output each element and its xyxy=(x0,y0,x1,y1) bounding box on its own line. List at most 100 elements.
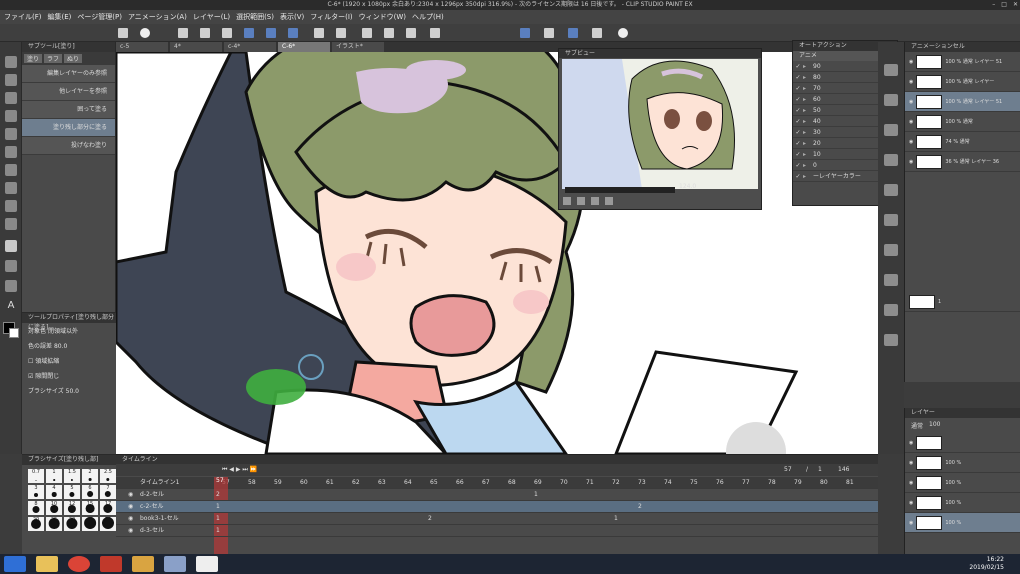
eye-icon[interactable]: ◉ xyxy=(128,525,133,537)
frame-number[interactable]: 64 xyxy=(404,477,412,489)
brush-size-swatch[interactable]: 4 xyxy=(46,485,62,499)
brush-size-swatch[interactable]: 20 xyxy=(28,517,44,531)
deselect-icon[interactable] xyxy=(430,28,440,38)
save-icon[interactable] xyxy=(222,28,232,38)
check-icon[interactable]: ✓ xyxy=(793,94,803,104)
cel-row[interactable]: ◉ 100 % 通常 レイヤー xyxy=(905,72,1020,92)
frame-number[interactable]: 60 xyxy=(300,477,308,489)
color-swatch[interactable] xyxy=(0,316,22,346)
tab-illust[interactable]: イラスト* xyxy=(332,42,384,52)
pen-tool-icon[interactable] xyxy=(5,164,17,176)
creative-cloud-icon[interactable] xyxy=(100,556,122,572)
brush-size-swatch[interactable]: 5 xyxy=(64,485,80,499)
undo-icon[interactable] xyxy=(314,28,324,38)
eye-icon[interactable]: ◉ xyxy=(128,501,133,513)
action-item[interactable]: 30 xyxy=(813,127,821,137)
frame-number[interactable]: 74 xyxy=(664,477,672,489)
check-icon[interactable]: ✓ xyxy=(793,149,803,159)
cel-row[interactable]: ◉ 100 % 通常 xyxy=(905,112,1020,132)
close-icon[interactable]: ✕ xyxy=(1013,0,1018,10)
frame-number[interactable]: 70 xyxy=(560,477,568,489)
cel-row-selected[interactable]: ◉ 100 % 通常 レイヤー 51 xyxy=(905,92,1020,112)
action-item[interactable]: 60 xyxy=(813,94,821,104)
move-tool-icon[interactable] xyxy=(5,74,17,86)
export-animation-icon[interactable] xyxy=(266,28,276,38)
frame-number[interactable]: 69 xyxy=(534,477,542,489)
cel-row[interactable]: ◉ 100 % 通常 レイヤー 51 xyxy=(905,52,1020,72)
subview-image[interactable] xyxy=(562,59,758,189)
brush-size-swatch[interactable]: 3 xyxy=(28,485,44,499)
subtool-item-lasso[interactable]: 投げなわ塗り xyxy=(22,137,115,155)
frame-number[interactable]: 72 xyxy=(612,477,620,489)
layer-row-selected[interactable]: ◉ 100 % xyxy=(905,513,1020,533)
eye-icon[interactable]: ◉ xyxy=(909,520,913,526)
brush-size-swatch[interactable]: 25 xyxy=(46,517,62,531)
snap-grid-icon[interactable] xyxy=(568,28,578,38)
eye-icon[interactable]: ◉ xyxy=(909,59,913,65)
blend-mode-select[interactable]: 通常 xyxy=(911,421,923,430)
frame-number[interactable]: 58 xyxy=(248,477,256,489)
new-file-icon[interactable] xyxy=(118,28,128,38)
subtool-item-enclose[interactable]: 囲って塗る xyxy=(22,101,115,119)
frame-number[interactable]: 62 xyxy=(352,477,360,489)
expand-icon[interactable]: ▸ xyxy=(803,72,813,82)
brush-size-swatch[interactable]: 10 xyxy=(46,501,62,515)
sub-color[interactable] xyxy=(9,328,19,338)
expand-icon[interactable]: ▸ xyxy=(803,171,813,181)
track-row[interactable]: ◉ d-3-セル 1 xyxy=(116,525,878,537)
zoom-tool-icon[interactable] xyxy=(5,56,17,68)
canvas[interactable] xyxy=(116,52,878,454)
action-item[interactable]: 70 xyxy=(813,83,821,93)
action-item[interactable]: 20 xyxy=(813,138,821,148)
frame-number[interactable]: 59 xyxy=(274,477,282,489)
fill-icon[interactable] xyxy=(384,28,394,38)
menu-filter[interactable]: フィルター(I) xyxy=(310,12,352,22)
check-icon[interactable]: ✓ xyxy=(793,127,803,137)
eye-icon[interactable]: ◉ xyxy=(909,500,913,506)
frame-number[interactable]: 78 xyxy=(768,477,776,489)
action-item[interactable]: ーレイヤーカラー xyxy=(813,171,861,181)
brush-size-swatch[interactable]: 30 xyxy=(64,517,80,531)
brush-size-swatch[interactable]: 8 xyxy=(28,501,44,515)
brush-size-swatch[interactable]: 1 xyxy=(46,469,62,483)
menu-help[interactable]: ヘルプ(H) xyxy=(412,12,444,22)
track-row[interactable]: ◉ d-2-セル 2 1 xyxy=(116,489,878,501)
check-icon[interactable]: ✓ xyxy=(793,72,803,82)
eyedropper-tool-icon[interactable] xyxy=(5,146,17,158)
tab-c5[interactable]: c-5 xyxy=(116,42,168,52)
gradient-tool-icon[interactable] xyxy=(5,260,17,272)
check-icon[interactable]: ✓ xyxy=(793,138,803,148)
auto-select-tool-icon[interactable] xyxy=(5,128,17,140)
fill-tool-icon[interactable] xyxy=(5,240,17,252)
frame-number[interactable]: 76 xyxy=(716,477,724,489)
start-icon[interactable] xyxy=(4,556,26,572)
eye-icon[interactable]: ◉ xyxy=(909,460,913,466)
minimize-icon[interactable]: – xyxy=(992,0,995,10)
frame-number[interactable]: 75 xyxy=(690,477,698,489)
brush-size-swatch[interactable]: 0.7 xyxy=(28,469,44,483)
frame-number[interactable]: 71 xyxy=(586,477,594,489)
clear-icon[interactable] xyxy=(362,28,372,38)
frame-number[interactable]: 68 xyxy=(508,477,516,489)
eye-icon[interactable]: ◉ xyxy=(128,489,133,501)
brush-size-swatch[interactable]: 12 xyxy=(64,501,80,515)
transform-icon[interactable] xyxy=(406,28,416,38)
rotate-right-icon[interactable] xyxy=(577,197,585,205)
figure-tool-icon[interactable] xyxy=(5,280,17,292)
check-icon[interactable]: ✓ xyxy=(793,105,803,115)
chrome-icon[interactable] xyxy=(68,556,90,572)
subview-zoom[interactable]: 124.0 xyxy=(679,183,696,190)
learn-icon[interactable] xyxy=(592,28,602,38)
cel-row[interactable]: 1 xyxy=(905,292,1020,312)
menu-window[interactable]: ウィンドウ(W) xyxy=(359,12,406,22)
frame-number[interactable]: 65 xyxy=(430,477,438,489)
play-controls[interactable]: ⏮ ◀ ▶ ⏭ ⏩ xyxy=(222,464,257,476)
expand-icon[interactable]: ▸ xyxy=(803,105,813,115)
redo-icon[interactable] xyxy=(336,28,346,38)
network-icon[interactable] xyxy=(164,556,186,572)
check-icon[interactable]: ✓ xyxy=(793,171,803,181)
app-icon[interactable] xyxy=(132,556,154,572)
material-icon[interactable] xyxy=(884,154,898,166)
opacity-value[interactable]: 100 xyxy=(929,421,940,430)
track-row-selected[interactable]: ◉ c-2-セル 1 2 xyxy=(116,501,878,513)
